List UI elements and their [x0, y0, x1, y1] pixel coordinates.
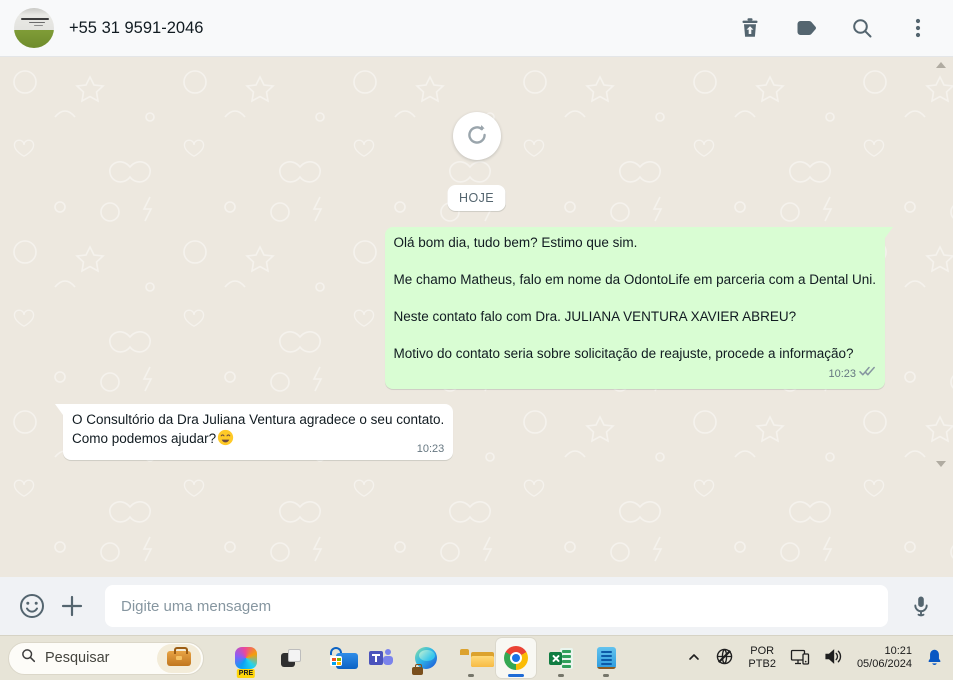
- attach-button[interactable]: [57, 591, 87, 621]
- search-label: Pesquisar: [45, 650, 110, 666]
- tray-hidden-icons-button[interactable]: [687, 650, 701, 667]
- smiling-face-emoji-icon: [217, 429, 234, 446]
- clock-date: 05/06/2024: [856, 658, 912, 670]
- delete-chat-button[interactable]: [737, 15, 763, 41]
- taskbar-teams-button[interactable]: [361, 638, 401, 678]
- message-time: 10:23: [828, 367, 856, 380]
- teams-icon: [369, 647, 393, 669]
- file-explorer-icon: [459, 649, 494, 667]
- sync-refresh-button[interactable]: [452, 112, 501, 160]
- taskbar-store-button[interactable]: [316, 638, 358, 678]
- tray-notifications-button[interactable]: [926, 648, 943, 669]
- tray-language-indicator[interactable]: POR PTB2: [748, 645, 776, 671]
- message-meta: 10:23: [417, 442, 445, 456]
- running-indicator: [468, 674, 474, 677]
- bubble-tail: [885, 227, 893, 238]
- message-input[interactable]: [105, 585, 888, 627]
- tray-network-button[interactable]: [715, 647, 734, 669]
- message-text: Motivo do contato seria sobre solicitaçã…: [393, 346, 854, 361]
- taskbar-copilot-button[interactable]: PRE: [226, 638, 266, 678]
- whatsapp-window: +55 31 9591-2046 HOJE Olá bom dia, tudo …: [0, 0, 953, 680]
- notepad-icon: [596, 647, 616, 669]
- running-indicator: [558, 674, 564, 677]
- message-incoming[interactable]: O Consultório da Dra Juliana Ventura agr…: [55, 404, 454, 460]
- windows-taskbar: Pesquisar PRE POR PTB2 10:21 05/06/2024: [0, 635, 953, 680]
- work-profile-briefcase-icon: [412, 664, 423, 675]
- language-line2: PTB2: [748, 658, 776, 670]
- chat-area: HOJE Olá bom dia, tudo bem? Estimo que s…: [0, 57, 953, 577]
- refresh-icon: [464, 122, 490, 151]
- search-icon: [850, 16, 874, 40]
- copilot-pre-badge: PRE: [236, 669, 256, 678]
- briefcase-icon: [167, 646, 191, 666]
- tray-clock[interactable]: 10:21 05/06/2024: [857, 645, 912, 671]
- date-divider: HOJE: [447, 185, 506, 211]
- bubble-tail: [55, 404, 63, 415]
- label-chat-button[interactable]: [793, 15, 819, 41]
- message-outgoing[interactable]: Olá bom dia, tudo bem? Estimo que sim. M…: [384, 227, 893, 389]
- avatar-card-image: [21, 18, 49, 28]
- trash-arrow-icon: [738, 16, 762, 40]
- speaker-icon: [824, 648, 843, 668]
- active-running-indicator: [508, 674, 524, 677]
- chat-header: +55 31 9591-2046: [0, 0, 953, 57]
- contact-name[interactable]: +55 31 9591-2046: [69, 19, 203, 38]
- excel-icon: [549, 647, 573, 669]
- tray-cast-button[interactable]: [790, 648, 810, 669]
- message-composer: [0, 577, 953, 635]
- double-check-icon: [859, 365, 876, 384]
- scrollbar-down-arrow[interactable]: [936, 461, 946, 467]
- message-text: Como podemos ajudar?: [72, 429, 444, 448]
- message-text: Me chamo Matheus, falo em nome da Odonto…: [393, 272, 877, 287]
- message-text: O Consultório da Dra Juliana Ventura agr…: [72, 412, 445, 427]
- copilot-icon: [235, 647, 257, 669]
- taskbar-chrome-button[interactable]: [496, 638, 536, 678]
- notification-bell-icon: [926, 648, 943, 669]
- message-meta: 10:23: [394, 365, 877, 384]
- voice-record-button[interactable]: [906, 591, 936, 621]
- tray-volume-button[interactable]: [824, 648, 843, 668]
- taskbar-desktops-button[interactable]: [271, 638, 311, 678]
- chrome-icon: [504, 646, 528, 670]
- message-text: Olá bom dia, tudo bem? Estimo que sim.: [393, 235, 638, 250]
- taskbar-excel-button[interactable]: [541, 638, 581, 678]
- scrollbar-up-arrow[interactable]: [936, 62, 946, 68]
- taskbar-search[interactable]: Pesquisar: [8, 641, 204, 675]
- no-internet-globe-icon: [715, 647, 734, 669]
- microphone-icon: [909, 594, 933, 618]
- search-highlight-art: [157, 643, 201, 673]
- label-tag-icon: [794, 16, 818, 40]
- running-indicator: [603, 674, 609, 677]
- kebab-menu-icon: [906, 16, 930, 40]
- taskbar-explorer-button[interactable]: [451, 638, 494, 678]
- language-line1: POR: [750, 645, 775, 657]
- message-text: Neste contato falo com Dra. JULIANA VENT…: [393, 309, 797, 324]
- chevron-up-icon: [687, 650, 701, 667]
- overlapping-squares-icon: [280, 647, 302, 669]
- cast-display-icon: [790, 648, 810, 669]
- taskbar-notepad-button[interactable]: [586, 638, 626, 678]
- search-chat-button[interactable]: [849, 15, 875, 41]
- smiley-icon: [18, 592, 46, 620]
- taskbar-edge-button[interactable]: [406, 638, 446, 678]
- plus-icon: [59, 593, 85, 619]
- message-time: 10:23: [416, 442, 445, 455]
- header-actions: [737, 15, 931, 41]
- emoji-picker-button[interactable]: [17, 591, 47, 621]
- system-tray: POR PTB2 10:21 05/06/2024: [687, 645, 943, 671]
- menu-button[interactable]: [905, 15, 931, 41]
- search-icon: [21, 648, 36, 668]
- taskbar-apps: PRE: [226, 638, 626, 678]
- clock-time: 10:21: [884, 645, 912, 657]
- contact-avatar[interactable]: [14, 8, 54, 48]
- microsoft-store-icon: [325, 647, 358, 669]
